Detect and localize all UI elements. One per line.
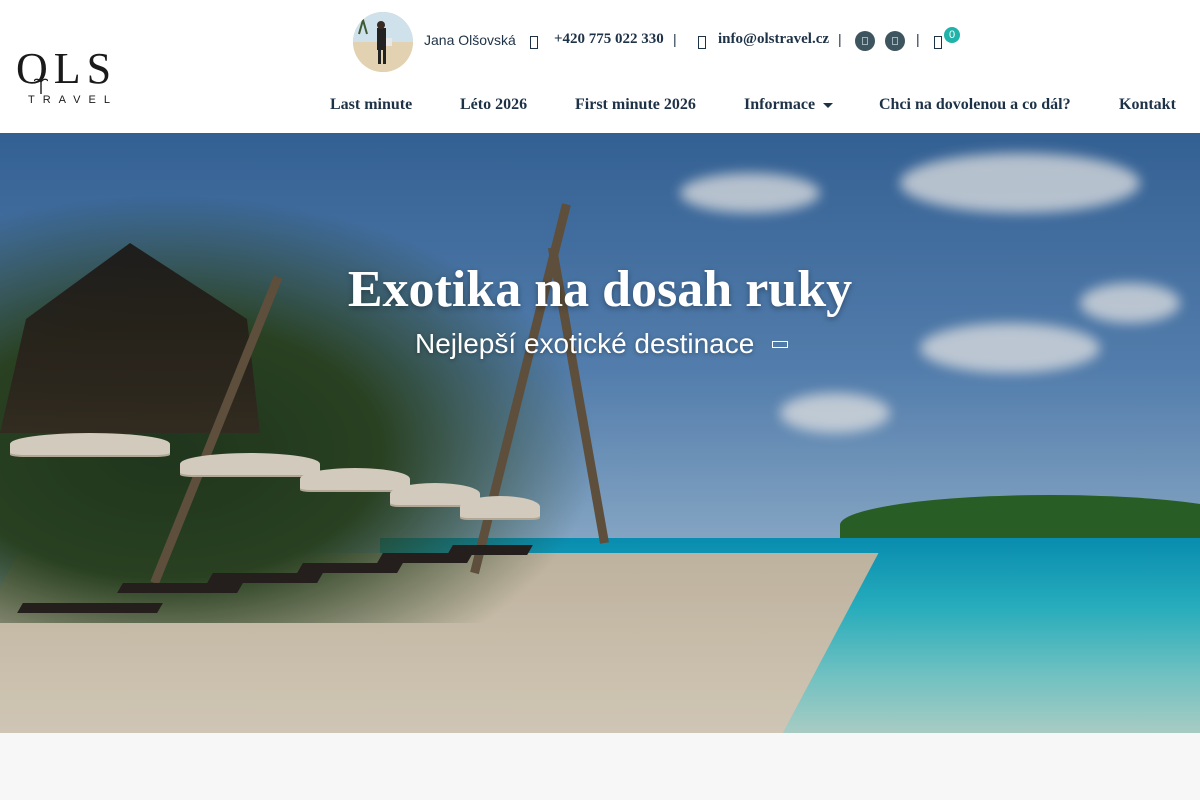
text-cursor-icon: [772, 341, 788, 348]
nav-contact[interactable]: Kontakt: [1119, 96, 1176, 114]
avatar-photo-icon: [353, 12, 413, 72]
nav-vacation-info[interactable]: Chci na dovolenou a co dál?: [879, 96, 1071, 114]
hero-overlay: [0, 133, 1200, 733]
facebook-icon[interactable]: [855, 31, 875, 51]
owner-name: Jana Olšovská: [424, 32, 516, 48]
mail-icon: [698, 36, 706, 49]
chevron-down-icon: [823, 102, 834, 108]
logo-wordmark: OLS: [16, 44, 118, 93]
site-header: OLS TRAVEL Jana Olšovská +420 775 022 33…: [0, 0, 1200, 133]
instagram-icon[interactable]: [885, 31, 905, 51]
divider: |: [916, 31, 920, 47]
divider: |: [838, 31, 842, 47]
hero-title: Exotika na dosah ruky: [347, 261, 853, 318]
cart-icon[interactable]: [934, 36, 942, 49]
nav-first-minute-2026[interactable]: First minute 2026: [575, 96, 696, 114]
hero-subtitle: Nejlepší exotické destinace: [415, 328, 755, 359]
content-area: [0, 733, 1200, 800]
phone-icon: [530, 36, 538, 49]
site-logo[interactable]: OLS TRAVEL: [16, 44, 136, 110]
divider: |: [673, 31, 677, 47]
email-link[interactable]: info@olstravel.cz: [718, 31, 829, 48]
hero-banner: Exotika na dosah ruky Nejlepší exotické …: [0, 133, 1200, 733]
nav-last-minute[interactable]: Last minute: [330, 96, 412, 114]
logo-tagline: TRAVEL: [28, 94, 118, 106]
nav-informace-label: Informace: [744, 96, 816, 113]
palm-logo-icon: [34, 76, 48, 94]
cart-count-badge: 0: [944, 27, 960, 43]
nav-summer-2026[interactable]: Léto 2026: [460, 96, 527, 114]
avatar[interactable]: [353, 12, 413, 72]
nav-informace-dropdown[interactable]: Informace: [744, 96, 834, 114]
phone-link[interactable]: +420 775 022 330: [554, 31, 664, 48]
